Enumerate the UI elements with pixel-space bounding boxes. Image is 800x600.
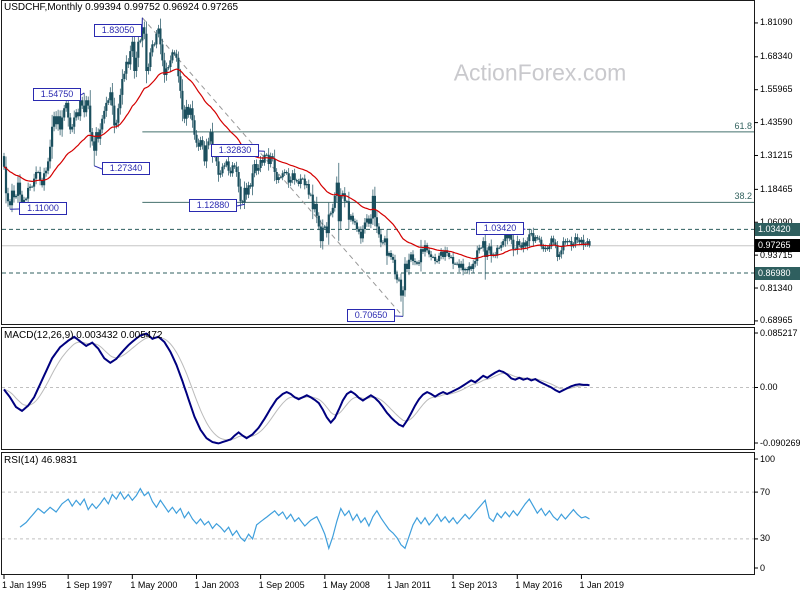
macd-panel-border xyxy=(1,327,755,450)
macd-indicator-label: MACD(12,26,9) 0.003432 0.005472 xyxy=(4,330,163,341)
time-axis-label: 1 Jan 1995 xyxy=(2,580,47,590)
macd-signal-line xyxy=(3,336,590,441)
mt4-chart-window: USDCHF,Monthly 0.99394 0.99752 0.96924 0… xyxy=(0,0,800,600)
price-axis-label: 1.31215 xyxy=(760,149,793,160)
actionforex-watermark: ActionForex.com xyxy=(453,59,627,86)
rsi-axis-label: 70 xyxy=(760,486,771,497)
rsi-axis-label: 30 xyxy=(760,533,771,544)
macd-axis-label: 0.085217 xyxy=(760,327,798,338)
price-axis-label: 0.81340 xyxy=(760,282,793,293)
annotation-connector xyxy=(80,92,85,96)
price-annotation-label: 1.12880 xyxy=(189,199,237,212)
time-axis-label: 1 May 2016 xyxy=(515,580,563,590)
rsi-indicator-label: RSI(14) 46.9831 xyxy=(4,455,78,466)
macd-main-line xyxy=(3,332,590,445)
price-tag: 0.97265 xyxy=(755,239,800,253)
price-annotation-label: 1.32830 xyxy=(211,144,259,157)
time-axis-label: 1 Jan 2003 xyxy=(194,580,240,590)
time-axis-label: 1 Jan 2019 xyxy=(579,580,624,590)
rsi-axis-label: 0 xyxy=(760,562,766,573)
price-axis-label: 1.68340 xyxy=(760,51,793,62)
price-annotation-label: 1.03420 xyxy=(476,222,524,235)
time-axis-label: 1 Sep 2013 xyxy=(451,580,498,590)
price-axis-label: 1.81090 xyxy=(760,17,793,28)
price-axis-label: 0.68965 xyxy=(760,315,793,326)
falling-trendline xyxy=(141,17,404,317)
fib-level-label: 38.2 xyxy=(734,191,752,202)
time-axis-label: 1 May 2000 xyxy=(130,580,178,590)
chart-plot-svg[interactable] xyxy=(0,0,800,600)
time-axis-label: 1 Sep 1997 xyxy=(66,580,113,590)
price-annotation-label: 1.83050 xyxy=(94,24,142,37)
chart-header: USDCHF,Monthly 0.99394 0.99752 0.96924 0… xyxy=(4,2,238,13)
macd-axis-label: 0.00 xyxy=(760,382,778,392)
rsi-axis-label: 100 xyxy=(760,453,776,464)
price-annotation-label: 0.70650 xyxy=(347,309,395,322)
fib-level-label: 61.8 xyxy=(734,120,752,131)
price-annotation-label: 1.11000 xyxy=(19,202,67,215)
price-annotation-label: 1.27340 xyxy=(102,162,150,175)
price-axis-label: 1.18465 xyxy=(760,183,793,194)
ohlc-quote-label: 0.99394 0.99752 0.96924 0.97265 xyxy=(85,2,239,13)
price-axis-label: 1.43590 xyxy=(760,117,793,128)
price-axis-label: 1.55965 xyxy=(760,84,793,95)
time-axis-label: 1 May 2008 xyxy=(322,580,370,590)
price-tag: 1.03420 xyxy=(755,222,800,236)
macd-axis-label: -0.090269 xyxy=(760,437,800,448)
price-tag: 0.86980 xyxy=(755,266,800,280)
symbol-period-label: USDCHF,Monthly xyxy=(4,2,83,13)
time-axis-label: 1 Sep 2005 xyxy=(258,580,305,590)
price-annotation-label: 1.54750 xyxy=(33,88,81,101)
time-axis-label: 1 Jan 2011 xyxy=(386,580,431,590)
annotation-connector xyxy=(94,165,103,170)
